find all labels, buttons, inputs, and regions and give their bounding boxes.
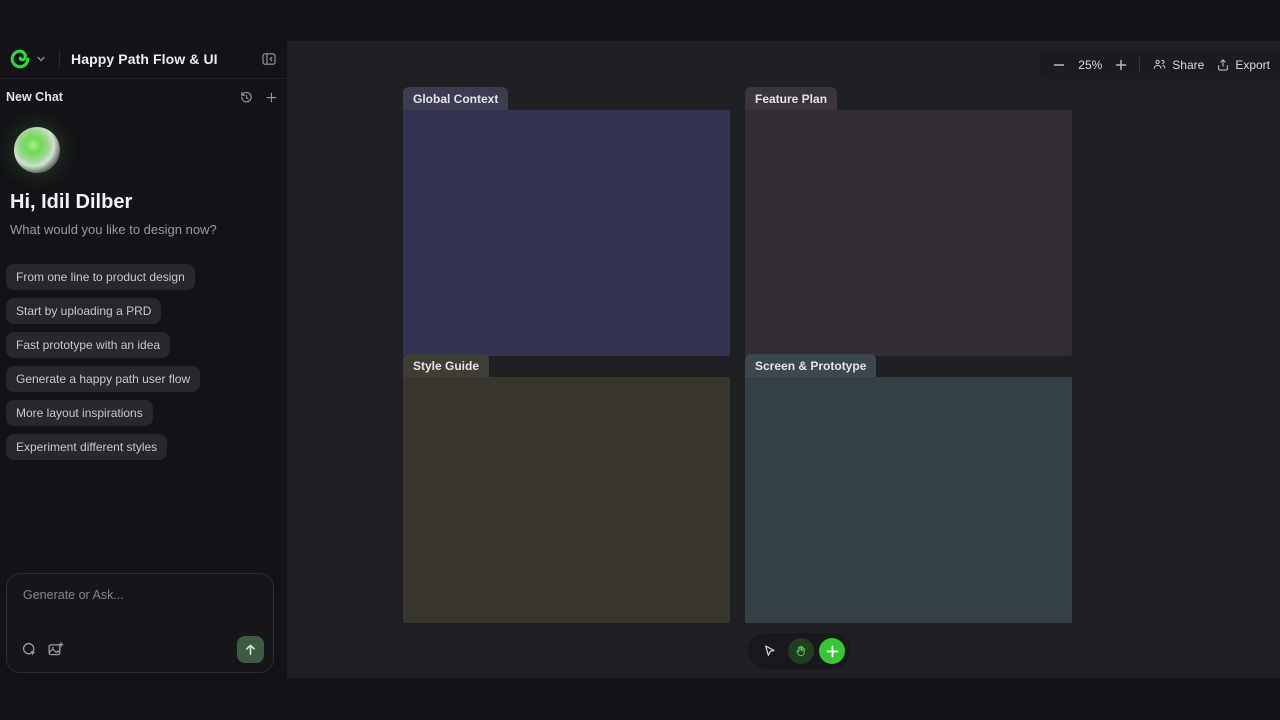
zoom-in-icon[interactable]: [1115, 59, 1127, 71]
header-divider: [59, 50, 60, 68]
frame-style-guide: Style Guide: [403, 377, 730, 623]
frame-feature-plan: Feature Plan: [745, 110, 1072, 356]
history-icon[interactable]: [239, 90, 254, 105]
cursor-target-icon[interactable]: [21, 641, 38, 658]
pointer-tool-icon[interactable]: [757, 638, 783, 664]
suggestion-chips: From one line to product design Start by…: [6, 264, 200, 460]
app-root: Happy Path Flow & UI New Chat: [0, 0, 1280, 720]
prompt-actions: [21, 636, 264, 663]
new-chat-plus-icon[interactable]: [264, 90, 279, 105]
toolbar-divider: [1139, 57, 1140, 72]
chip-upload-prd[interactable]: Start by uploading a PRD: [6, 298, 161, 324]
zoom-level[interactable]: 25%: [1077, 58, 1103, 72]
frame-screen-prototype: Screen & Prototype: [745, 377, 1072, 623]
share-button[interactable]: Share: [1152, 57, 1204, 72]
app-logo-icon[interactable]: [8, 47, 32, 71]
export-label: Export: [1235, 58, 1270, 72]
sidebar-header-divider: [0, 78, 287, 79]
sidebar-header: Happy Path Flow & UI: [8, 44, 279, 74]
add-image-icon[interactable]: [47, 641, 64, 658]
chip-layout-inspirations[interactable]: More layout inspirations: [6, 400, 153, 426]
prompt-input-box: [6, 573, 274, 673]
zoom-share-toolbar: 25% Share Export: [1039, 50, 1280, 79]
zoom-out-icon[interactable]: [1053, 59, 1065, 71]
frame-label-feature-plan[interactable]: Feature Plan: [745, 87, 837, 110]
frame-body-style-guide[interactable]: [403, 377, 730, 623]
share-label: Share: [1172, 58, 1204, 72]
project-title: Happy Path Flow & UI: [71, 51, 218, 67]
frame-body-feature-plan[interactable]: [745, 110, 1072, 356]
canvas-toolbar: [748, 633, 850, 669]
send-button[interactable]: [237, 636, 264, 663]
prompt-input[interactable]: [15, 582, 265, 634]
design-canvas[interactable]: Global Context Feature Plan Style Guide …: [287, 41, 1280, 678]
assistant-avatar-orb: [14, 127, 60, 173]
add-tool-icon[interactable]: [819, 638, 845, 664]
greeting-heading: Hi, Idil Dilber: [10, 191, 132, 214]
sidebar: Happy Path Flow & UI New Chat: [0, 0, 287, 720]
frame-label-global-context[interactable]: Global Context: [403, 87, 508, 110]
chevron-down-icon[interactable]: [34, 52, 48, 66]
export-button[interactable]: Export: [1216, 58, 1270, 72]
frame-body-global-context[interactable]: [403, 110, 730, 356]
frame-global-context: Global Context: [403, 110, 730, 356]
greeting-subtitle: What would you like to design now?: [10, 222, 217, 237]
new-chat-row: New Chat: [6, 88, 279, 106]
frame-label-screen-prototype[interactable]: Screen & Prototype: [745, 354, 876, 377]
hand-tool-icon[interactable]: [788, 638, 814, 664]
frame-label-style-guide[interactable]: Style Guide: [403, 354, 489, 377]
collapse-panel-icon[interactable]: [259, 49, 279, 69]
frame-body-screen-prototype[interactable]: [745, 377, 1072, 623]
chip-experiment-styles[interactable]: Experiment different styles: [6, 434, 167, 460]
chip-product-design[interactable]: From one line to product design: [6, 264, 195, 290]
chip-fast-prototype[interactable]: Fast prototype with an idea: [6, 332, 170, 358]
new-chat-label: New Chat: [6, 90, 63, 104]
chip-happy-path-flow[interactable]: Generate a happy path user flow: [6, 366, 200, 392]
